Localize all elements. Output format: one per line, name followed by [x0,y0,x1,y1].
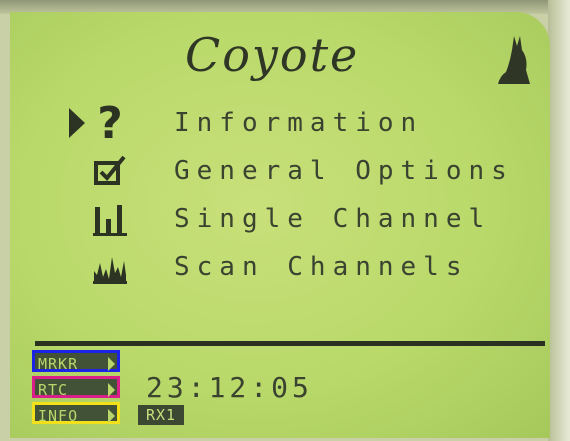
rtc-soft-key[interactable]: RTC [32,376,120,399]
app-title: Coyote [185,28,360,82]
menu-item-scan-channels[interactable]: Scan Channels [50,242,550,292]
marker-key-label: MRKR [38,355,79,373]
svg-text:?: ? [97,102,123,144]
menu-item-single-channel[interactable]: Single Channel [50,194,550,244]
lcd-screen: Coyote ? Information General Options Sin… [10,12,550,438]
cursor-arrow-icon [69,108,85,138]
menu-item-label: Scan Channels [174,252,469,282]
status-divider [35,341,545,346]
clock-readout: 23:12:05 [146,371,313,404]
menu-item-information[interactable]: ? Information [50,98,550,148]
rtc-key-label: RTC [38,381,69,399]
question-icon: ? [97,102,123,144]
coyote-icon [498,36,530,84]
info-arrow-icon [108,409,115,423]
marker-soft-key[interactable]: MRKR [32,350,120,373]
menu-item-general-options[interactable]: General Options [50,146,550,196]
menu-item-label: General Options [174,156,514,186]
menu-item-label: Information [174,108,424,138]
info-key-label: INFO [38,407,79,425]
checkbox-icon [93,155,126,185]
spectrum-icon [92,257,127,284]
marker-arrow-icon [108,357,115,371]
selection-cursor [50,108,85,138]
receiver-badge: RX1 [138,405,184,425]
rtc-arrow-icon [108,383,115,397]
menu-item-label: Single Channel [174,204,492,234]
info-soft-key[interactable]: INFO [32,402,120,425]
device-bezel-right [548,0,570,441]
bar-chart-icon [92,205,127,236]
